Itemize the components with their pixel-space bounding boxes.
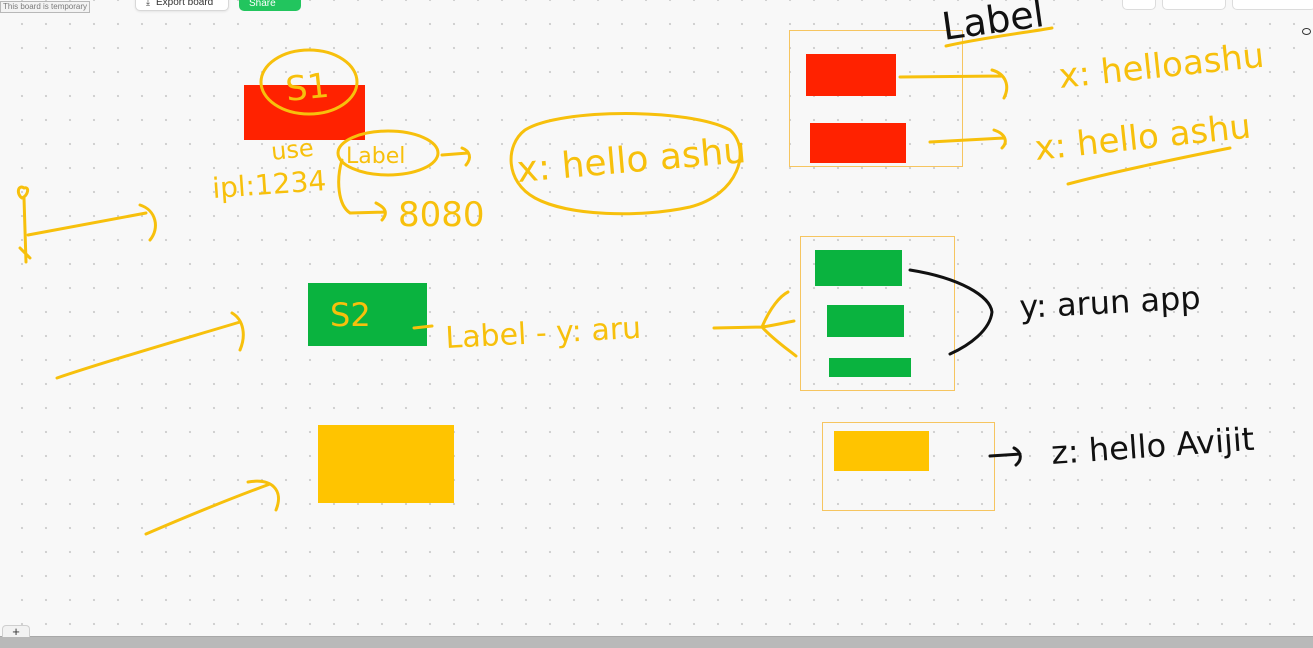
use-text: use <box>270 134 315 166</box>
red-arrow-1 <box>898 68 1009 100</box>
bubble-text: x: hello ashu <box>515 130 747 191</box>
label-small-text: Label <box>346 144 405 169</box>
s2-text: S2 <box>330 296 371 334</box>
port-mapping-text: ipl:1234 <box>211 164 327 205</box>
yellow-arrow-stroke <box>988 446 1022 467</box>
label-arrow <box>440 146 471 167</box>
s1-text: S1 <box>284 66 331 110</box>
label-line-text: Label - y: aru <box>445 311 642 356</box>
arrow-to-s1 <box>26 203 157 242</box>
label-header-text: Label <box>939 0 1047 49</box>
green-brace-stroke <box>908 268 994 356</box>
bottom-scrollbar[interactable] <box>0 636 1313 648</box>
add-page-button[interactable]: + <box>2 625 30 638</box>
branch-arrow <box>337 158 387 222</box>
left-marker-stroke <box>16 185 32 264</box>
x-first-text: x: helloashu <box>1057 36 1266 97</box>
red-arrow-2 <box>928 128 1007 150</box>
port-text: 8080 <box>398 195 485 235</box>
z-value-text: z: hello Avijit <box>1050 420 1256 472</box>
y-value-text: y: arun app <box>1018 279 1201 326</box>
green-fanout-arrow <box>712 290 798 358</box>
ink-layer: S1 use Label ipl:1234 8080 x: hello ashu… <box>16 0 1266 536</box>
x-second-text: x: hello ashu <box>1033 106 1253 168</box>
arrow-to-yellow <box>144 479 280 536</box>
s2-label-arrow <box>412 324 434 330</box>
arrow-to-s2 <box>55 311 245 380</box>
